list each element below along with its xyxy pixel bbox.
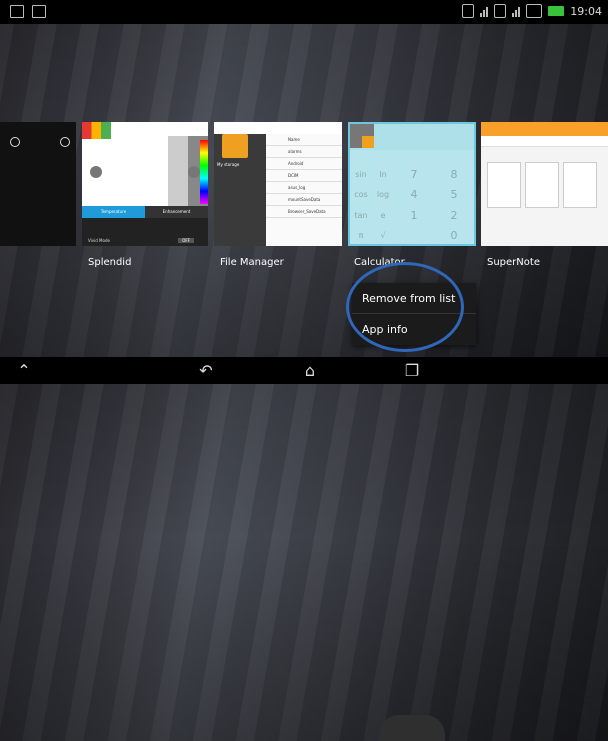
sim-icon: [494, 4, 507, 18]
keyboard-icon: [10, 5, 24, 18]
home-icon[interactable]: ⌂: [300, 361, 320, 381]
app-caption-splendid: Splendid: [88, 257, 132, 268]
recent-app-card-filemanager[interactable]: My storage Name alarms Android DCIM asus…: [214, 122, 342, 246]
off-toggle: OFF: [178, 238, 194, 243]
highlight-circle: [346, 262, 464, 352]
recent-apps-icon[interactable]: ❐: [402, 361, 422, 381]
list-item: Name: [266, 134, 342, 146]
temperature-tab: Temperature: [82, 206, 145, 218]
recent-app-card-partial[interactable]: [0, 122, 76, 246]
wifi-icon: [526, 4, 543, 18]
photo-icon: [32, 5, 46, 18]
splendid-footer: Vivid Mode OFF: [82, 218, 208, 246]
status-left-icons: [10, 5, 46, 18]
list-item: alarms: [266, 146, 342, 158]
left-arrow-icon: [90, 166, 102, 178]
supernote-app-icon: [481, 122, 608, 136]
sim-icon: [462, 4, 475, 18]
add-notebook-card: [487, 162, 521, 208]
recent-apps-button[interactable]: [379, 715, 445, 741]
right-arrow-icon: [188, 166, 200, 178]
list-item: DCIM: [266, 170, 342, 182]
status-right-icons: 19:04: [462, 4, 602, 18]
vivid-mode-label: Vivid Mode: [88, 238, 110, 243]
app-caption-supernote: SuperNote: [487, 257, 540, 268]
folder-icon: [222, 134, 248, 158]
settings-icon: [10, 137, 20, 147]
signal-icon: [512, 5, 521, 17]
calc-keypad: sin ln 7 8 cos log 4 5 tan e 1 2 π √ 0: [354, 167, 458, 243]
signal-icon: [480, 5, 489, 17]
rainbow-bar: [200, 140, 208, 204]
splendid-app-icon: [82, 122, 111, 139]
enhancement-tab: Enhancement: [145, 206, 208, 218]
notebook-card: [525, 162, 559, 208]
fm-storage-label: My storage: [217, 162, 240, 167]
fm-list: Name alarms Android DCIM asus_log mountS…: [266, 134, 342, 246]
supernote-toolbar: [481, 136, 608, 147]
power-icon: [60, 137, 70, 147]
status-time: 19:04: [570, 4, 602, 18]
calculator-app-icon: [350, 124, 374, 148]
notebook-card: [563, 162, 597, 208]
navigation-bar: ⌃ ↶ ⌂ ❐: [0, 357, 608, 741]
recent-app-card-calculator[interactable]: sin ln 7 8 cos log 4 5 tan e 1 2 π √ 0: [348, 122, 476, 246]
list-item: asus_log: [266, 182, 342, 194]
menu-chevron-icon[interactable]: ⌃: [14, 361, 34, 381]
recent-app-card-splendid[interactable]: Temperature Enhancement Vivid Mode OFF: [82, 122, 208, 246]
list-item: Android: [266, 158, 342, 170]
list-item: mountSaveData: [266, 194, 342, 206]
status-bar: 19:04: [0, 0, 608, 24]
back-icon[interactable]: ↶: [196, 361, 216, 381]
fm-sidebar: My storage: [214, 134, 266, 246]
list-item: Browser_SaveData: [266, 206, 342, 218]
splendid-tabs: Temperature Enhancement: [82, 206, 208, 218]
recent-app-card-supernote[interactable]: [481, 122, 608, 246]
battery-icon: [548, 6, 565, 16]
app-caption-filemanager: File Manager: [220, 257, 284, 268]
